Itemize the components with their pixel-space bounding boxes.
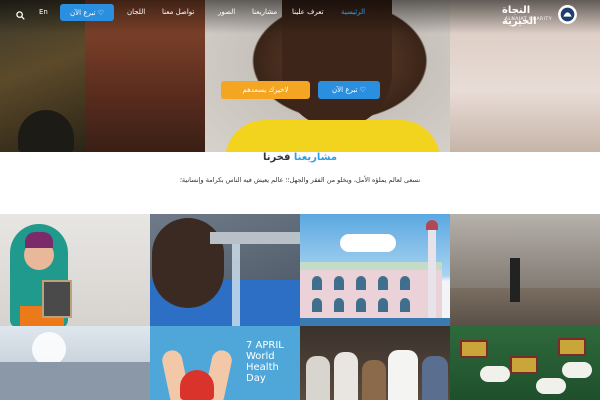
water-stream-shape: [232, 244, 240, 326]
nav-item-projects[interactable]: مشاريعنا: [252, 8, 277, 16]
hero-good-button[interactable]: لاخيرك يسعدهم: [221, 81, 310, 99]
nav-item-home[interactable]: الرئيسية: [341, 8, 365, 16]
gallery-tile-mosque[interactable]: [300, 214, 450, 326]
buildings-shape: [0, 362, 150, 400]
nav-item-contact[interactable]: تواصل معنا: [162, 8, 194, 16]
water-pipe-shape: [210, 232, 300, 244]
mosque-window: [356, 276, 366, 290]
top-navigation: النجاة الخيرية ALNAJAT CHARITY الرئيسية …: [0, 0, 600, 30]
cloud-shape: [340, 234, 396, 252]
health-day-line-4: Day: [246, 373, 266, 384]
child-shape: [536, 378, 566, 394]
prayer-rug-shape: [460, 340, 488, 358]
person-shape: [334, 352, 358, 400]
projects-section-title: مشاريعنا فخرنا: [0, 152, 600, 163]
child-shape: [480, 366, 510, 382]
mosque-window: [312, 276, 322, 290]
hero-donate-button[interactable]: تبرع الآن ♡: [318, 81, 380, 99]
person-silhouette: [510, 258, 520, 302]
mosque-window: [356, 298, 366, 312]
language-switch[interactable]: En: [39, 8, 48, 16]
girl-cap-shape: [25, 232, 53, 248]
nav-item-about[interactable]: تعرف علينا: [292, 8, 324, 16]
rubble-shape: [450, 288, 600, 326]
hero-donate-label: تبرع الآن ♡: [332, 86, 366, 94]
search-icon[interactable]: [16, 11, 25, 20]
mosque-window: [334, 298, 344, 312]
site-logo[interactable]: النجاة الخيرية ALNAJAT CHARITY: [502, 2, 578, 28]
mosque-window: [400, 298, 410, 312]
hero-good-label: لاخيرك يسعدهم: [242, 86, 289, 94]
logo-arabic-name: النجاة الخيرية: [502, 5, 537, 27]
mosque-band-shape: [300, 262, 442, 270]
health-day-line-3: Health: [246, 362, 279, 373]
gallery-tile-girl-quran[interactable]: [0, 214, 150, 326]
logo-english-name: ALNAJAT CHARITY: [504, 17, 552, 22]
projects-section-subtitle: نسعى لعالم يملؤه الأمل، ويخلو من الفقر و…: [179, 176, 421, 184]
nav-item-photos[interactable]: الصور: [218, 8, 235, 16]
mosque-window: [378, 298, 388, 312]
gallery-tile-rubble[interactable]: [450, 214, 600, 326]
hero-child-shirt: [225, 120, 440, 152]
gallery-tile-boy-water[interactable]: [150, 214, 300, 326]
minaret-dome-shape: [426, 220, 438, 230]
heart-icon: [180, 370, 214, 400]
mosque-window: [400, 276, 410, 290]
logo-emblem-icon: [558, 5, 577, 24]
prayer-rug-shape: [510, 356, 538, 374]
project-gallery-grid: 7 APRIL World Health Day: [0, 214, 600, 400]
minaret-shape: [428, 224, 436, 320]
mosque-window: [312, 298, 322, 312]
ground-shape: [300, 318, 450, 326]
mosque-window: [334, 276, 344, 290]
person-shape: [362, 360, 386, 400]
person-shape: [388, 350, 418, 400]
nav-donate-label: تبرع الآن ♡: [70, 8, 104, 17]
nav-donate-button[interactable]: تبرع الآن ♡: [60, 4, 114, 21]
mosque-window: [378, 276, 388, 290]
book-shape: [42, 280, 72, 318]
person-shape: [422, 356, 448, 400]
title-highlight: مشاريعنا: [293, 152, 338, 163]
gallery-tile-group-people[interactable]: [300, 326, 450, 400]
health-day-line-2: World: [246, 351, 275, 362]
health-day-line-1: 7 APRIL: [246, 340, 284, 351]
health-day-text: 7 APRIL World Health Day: [246, 340, 300, 384]
prayer-rug-shape: [558, 338, 586, 356]
title-rest: فخرنا: [262, 152, 294, 163]
gallery-tile-children-prayer[interactable]: [450, 326, 600, 400]
person-shape: [306, 356, 330, 400]
child-shape: [562, 362, 592, 378]
gallery-tile-city-sun[interactable]: [0, 326, 150, 400]
sun-shape: [32, 332, 66, 366]
gallery-tile-health-day[interactable]: 7 APRIL World Health Day: [150, 326, 300, 400]
nav-item-committees[interactable]: اللجان: [127, 8, 145, 16]
